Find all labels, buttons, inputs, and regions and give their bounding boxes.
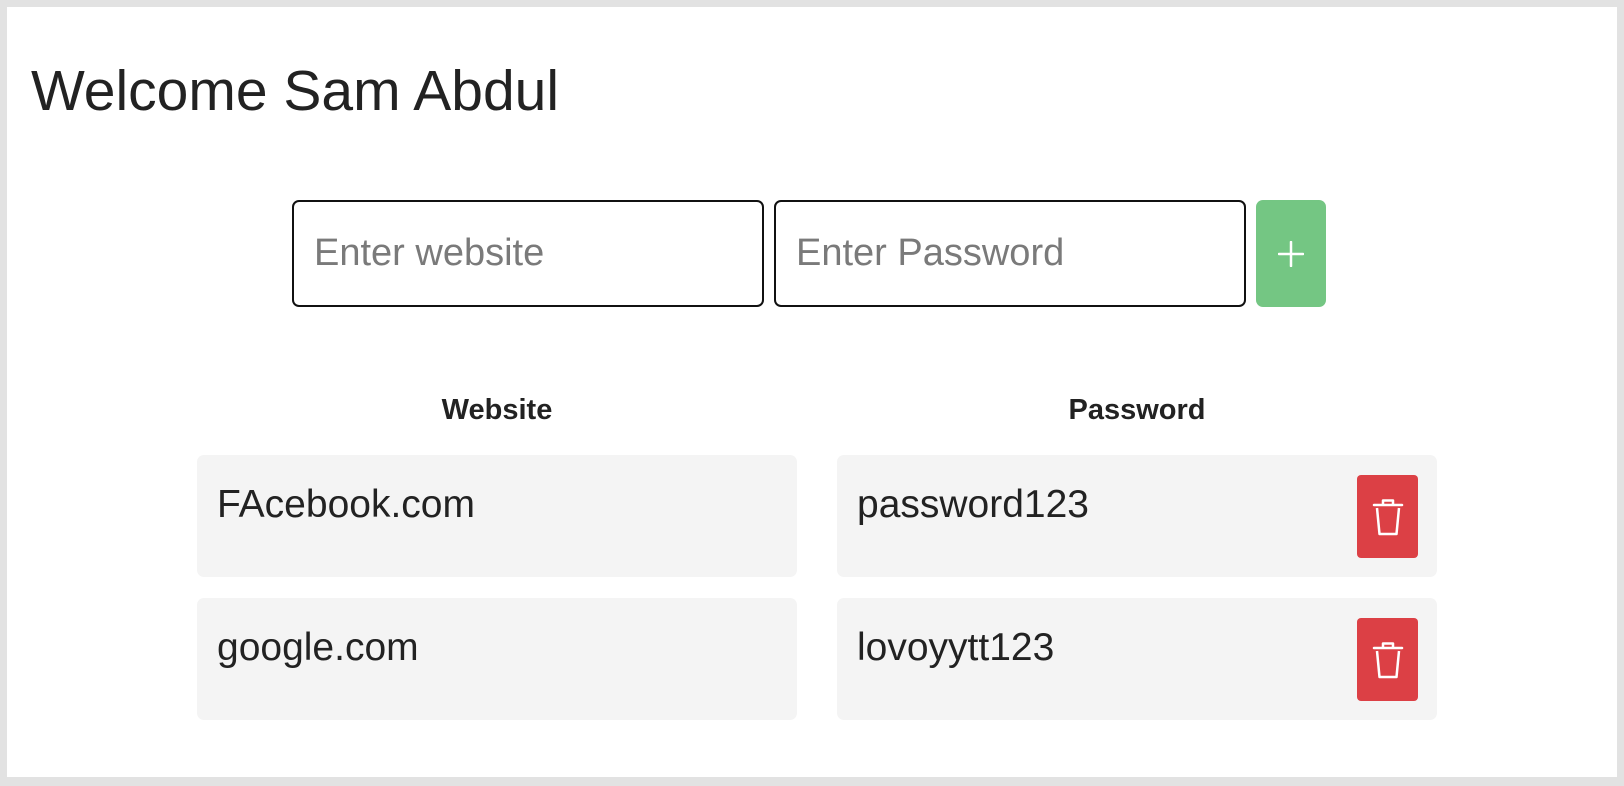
- add-button[interactable]: [1256, 200, 1326, 307]
- table-row: google.com lovoyytt123: [197, 598, 1437, 720]
- delete-button[interactable]: [1357, 475, 1418, 558]
- website-cell: FAcebook.com: [197, 455, 797, 577]
- website-value: FAcebook.com: [217, 483, 475, 526]
- website-input[interactable]: [292, 200, 764, 307]
- page-title: Welcome Sam Abdul: [31, 59, 560, 123]
- trash-icon: [1372, 641, 1404, 679]
- app-window: Welcome Sam Abdul Website Password FAceb…: [7, 7, 1617, 777]
- password-list: FAcebook.com password123 google.com lovo…: [197, 455, 1437, 741]
- password-input[interactable]: [774, 200, 1246, 307]
- column-header-password: Password: [1068, 394, 1206, 426]
- password-value: password123: [857, 483, 1089, 526]
- password-value: lovoyytt123: [857, 626, 1055, 669]
- password-cell: lovoyytt123: [837, 598, 1437, 720]
- plus-icon: [1278, 240, 1304, 267]
- add-entry-form: [292, 200, 1326, 307]
- delete-button[interactable]: [1357, 618, 1418, 701]
- column-header-website: Website: [441, 394, 553, 426]
- trash-icon: [1372, 498, 1404, 536]
- website-cell: google.com: [197, 598, 797, 720]
- website-value: google.com: [217, 626, 419, 669]
- table-row: FAcebook.com password123: [197, 455, 1437, 577]
- password-cell: password123: [837, 455, 1437, 577]
